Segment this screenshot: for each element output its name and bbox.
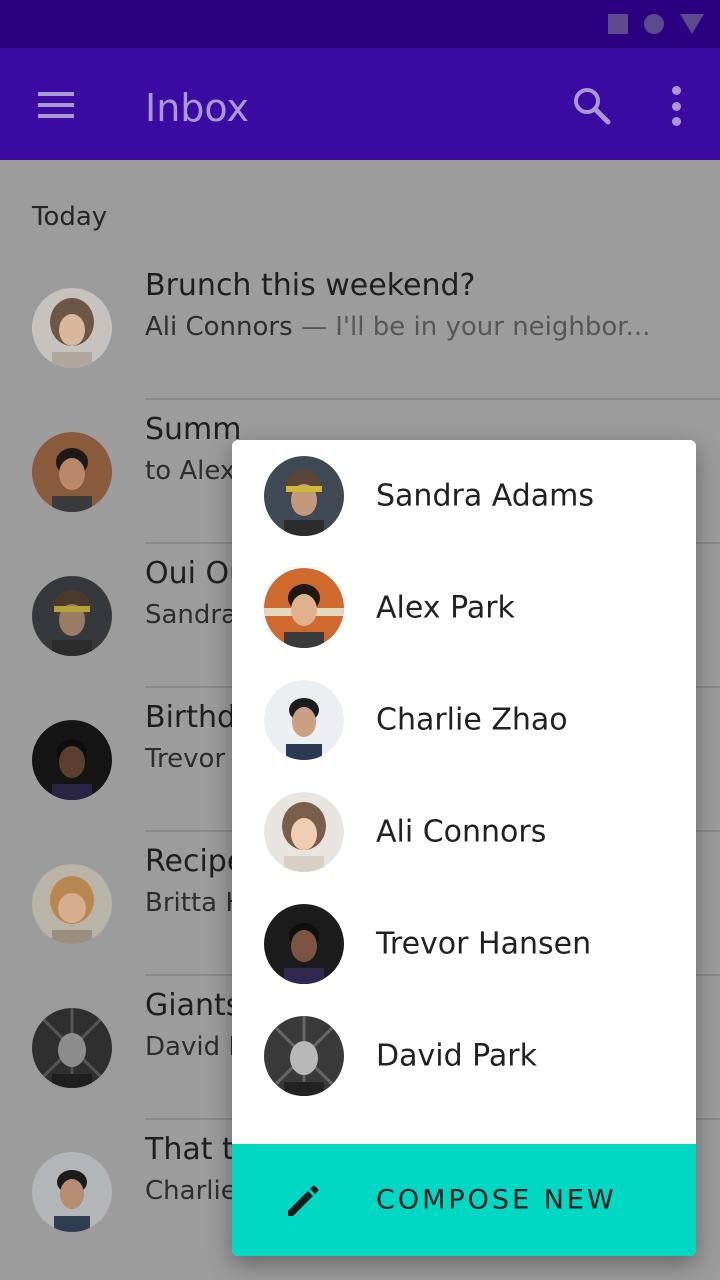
avatar bbox=[32, 864, 112, 944]
contact-item-david-park[interactable]: David Park bbox=[232, 1000, 696, 1112]
contact-name: Trevor Hansen bbox=[376, 926, 592, 962]
avatar bbox=[32, 576, 112, 656]
list-item-from: David P bbox=[145, 1032, 245, 1062]
compose-new-label: COMPOSE NEW bbox=[376, 1184, 617, 1216]
list-item-from: to Alex bbox=[145, 456, 236, 486]
list-item-subtitle: David P bbox=[145, 1032, 244, 1062]
pencil-icon bbox=[284, 1180, 324, 1220]
list-item-subtitle: Trevor bbox=[145, 744, 225, 774]
avatar bbox=[32, 1152, 112, 1232]
list-item-subtitle: Charlie bbox=[145, 1176, 237, 1206]
contact-item-alex-park[interactable]: Alex Park bbox=[232, 552, 696, 664]
contact-item-ali-connors[interactable]: Ali Connors bbox=[232, 776, 696, 888]
avatar bbox=[264, 1016, 344, 1096]
avatar bbox=[264, 568, 344, 648]
list-item-title: Summ bbox=[145, 412, 242, 447]
contact-name: Alex Park bbox=[376, 590, 515, 626]
section-header: Today bbox=[32, 202, 108, 232]
list-item-snippet: — I'll be in your neighbor... bbox=[300, 312, 651, 342]
compose-menu: Sandra Adams Alex Park Charlie Zhao Ali … bbox=[232, 440, 696, 1256]
more-vert-icon[interactable] bbox=[670, 86, 682, 126]
contact-name: Charlie Zhao bbox=[376, 702, 568, 738]
triangle-icon bbox=[680, 14, 704, 34]
status-bar bbox=[0, 0, 720, 48]
list-item-from: Britta H bbox=[145, 888, 245, 918]
list-item-title: Giants bbox=[145, 988, 242, 1023]
status-icons bbox=[608, 14, 704, 34]
app-bar: Inbox bbox=[0, 48, 720, 160]
list-item-title: Birthd bbox=[145, 700, 237, 735]
list-item-from: Ali Connors bbox=[145, 312, 293, 342]
contact-name: Sandra Adams bbox=[376, 478, 595, 514]
list-item-subtitle: Britta H bbox=[145, 888, 245, 918]
search-icon[interactable] bbox=[572, 86, 612, 126]
avatar bbox=[32, 720, 112, 800]
list-item-title: Recipe bbox=[145, 844, 246, 879]
menu-icon[interactable] bbox=[38, 92, 74, 118]
contact-name: Ali Connors bbox=[376, 814, 547, 850]
avatar bbox=[264, 456, 344, 536]
avatar bbox=[264, 680, 344, 760]
square-icon bbox=[608, 14, 628, 34]
avatar bbox=[264, 904, 344, 984]
avatar bbox=[32, 288, 112, 368]
contact-name: David Park bbox=[376, 1038, 537, 1074]
list-item-subtitle: to Alex bbox=[145, 456, 235, 486]
contact-item-trevor-hansen[interactable]: Trevor Hansen bbox=[232, 888, 696, 1000]
list-item-from: Sandra bbox=[145, 600, 238, 630]
list-item-subtitle: Sandra bbox=[145, 600, 237, 630]
list-item-title: Brunch this weekend? bbox=[145, 268, 476, 303]
list-item-subtitle: Ali Connors — I'll be in your neighbor..… bbox=[145, 312, 650, 342]
avatar bbox=[32, 1008, 112, 1088]
compose-new-button[interactable]: COMPOSE NEW bbox=[232, 1144, 696, 1256]
contact-item-charlie-zhao[interactable]: Charlie Zhao bbox=[232, 664, 696, 776]
list-item[interactable]: Brunch this weekend? Ali Connors — I'll … bbox=[0, 256, 720, 400]
circle-icon bbox=[644, 14, 664, 34]
contact-item-sandra-adams[interactable]: Sandra Adams bbox=[232, 440, 696, 552]
list-item-title: That t bbox=[145, 1132, 234, 1167]
list-item-from: Charlie bbox=[145, 1176, 237, 1206]
page-title: Inbox bbox=[145, 86, 249, 130]
avatar bbox=[264, 792, 344, 872]
avatar bbox=[32, 432, 112, 512]
list-item-from: Trevor bbox=[145, 744, 226, 774]
